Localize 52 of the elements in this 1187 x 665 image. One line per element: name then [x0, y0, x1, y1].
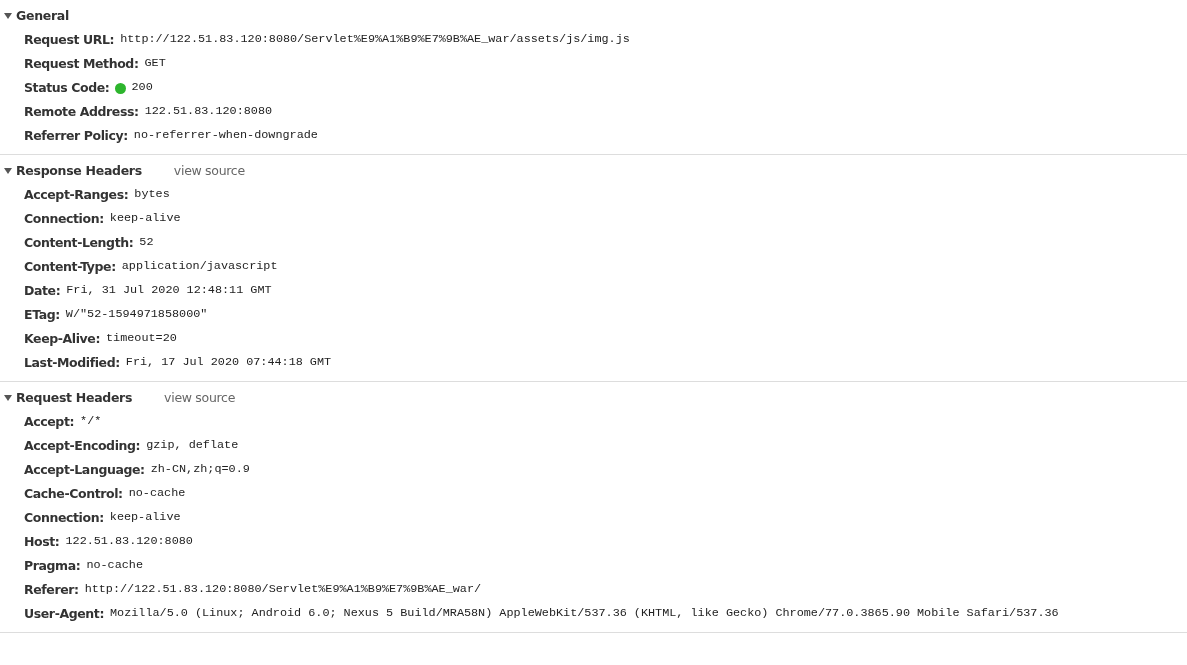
header-name: Accept-Ranges:: [24, 185, 129, 204]
header-name: Connection:: [24, 209, 104, 228]
header-name: Last-Modified:: [24, 353, 120, 372]
header-name: Cache-Control:: [24, 484, 123, 503]
header-value: http://122.51.83.120:8080/Servlet%E9%A1%B9%E7%9B%AE_war/: [84, 581, 482, 599]
disclosure-triangle-icon[interactable]: [3, 167, 13, 175]
header-name: Content-Type:: [24, 257, 116, 276]
header-value: 122.51.83.120:8080: [144, 103, 273, 121]
header-value: no-cache: [128, 485, 186, 503]
header-value: zh-CN,zh;q=0.9: [150, 461, 250, 479]
header-name: Referer:: [24, 580, 79, 599]
header-name: Accept-Language:: [24, 460, 145, 479]
section-title[interactable]: Response Headers: [16, 161, 142, 181]
header-value: timeout=20: [106, 330, 177, 348]
header-value: keep-alive: [109, 509, 181, 527]
view-source-link[interactable]: view source: [164, 388, 236, 408]
header-value: 52: [139, 234, 154, 252]
header-value: */*: [80, 413, 102, 431]
header-name: Status Code:: [24, 78, 110, 97]
header-value: gzip, deflate: [146, 437, 239, 455]
header-name: Accept:: [24, 412, 75, 431]
header-name: User-Agent:: [24, 604, 104, 623]
header-value: 200: [131, 79, 153, 97]
header-value: bytes: [134, 186, 170, 204]
header-value: http://122.51.83.120:8080/Servlet%E9%A1%B9%E7%9B%AE_war/assets/js/img.js: [120, 31, 630, 49]
header-name: Remote Address:: [24, 102, 139, 121]
header-value: Fri, 31 Jul 2020 12:48:11 GMT: [66, 282, 272, 300]
header-name: ETag:: [24, 305, 60, 324]
view-source-link[interactable]: view source: [173, 161, 245, 181]
section-title[interactable]: General: [16, 6, 69, 26]
header-name: Referrer Policy:: [24, 126, 128, 145]
header-name: Host:: [24, 532, 60, 551]
section-title[interactable]: Request Headers: [16, 388, 133, 408]
header-name: Accept-Encoding:: [24, 436, 141, 455]
header-name: Date:: [24, 281, 61, 300]
header-value: W/"52-1594971858000": [65, 306, 208, 324]
header-name: Content-Length:: [24, 233, 134, 252]
header-value: no-cache: [86, 557, 143, 575]
header-name: Request Method:: [24, 54, 139, 73]
header-value: application/javascript: [121, 258, 278, 276]
header-name: Request URL:: [24, 30, 115, 49]
header-value: Mozilla/5.0 (Linux; Android 6.0; Nexus 5 Build/MRA58N) AppleWebKit/537.36 (KHTML, like Gecko) Chrome/77.0.3865.90 Mobile Safari/537.36: [110, 605, 1059, 623]
header-name: Connection:: [24, 508, 104, 527]
disclosure-triangle-icon[interactable]: [3, 12, 13, 20]
header-name: Keep-Alive:: [24, 329, 101, 348]
header-name: Pragma:: [24, 556, 81, 575]
header-value: keep-alive: [109, 210, 181, 228]
header-value: GET: [144, 55, 166, 73]
header-value: 122.51.83.120:8080: [65, 533, 193, 551]
header-value: Fri, 17 Jul 2020 07:44:18 GMT: [125, 354, 332, 372]
header-value: no-referrer-when-downgrade: [133, 127, 318, 145]
disclosure-triangle-icon[interactable]: [3, 394, 13, 402]
